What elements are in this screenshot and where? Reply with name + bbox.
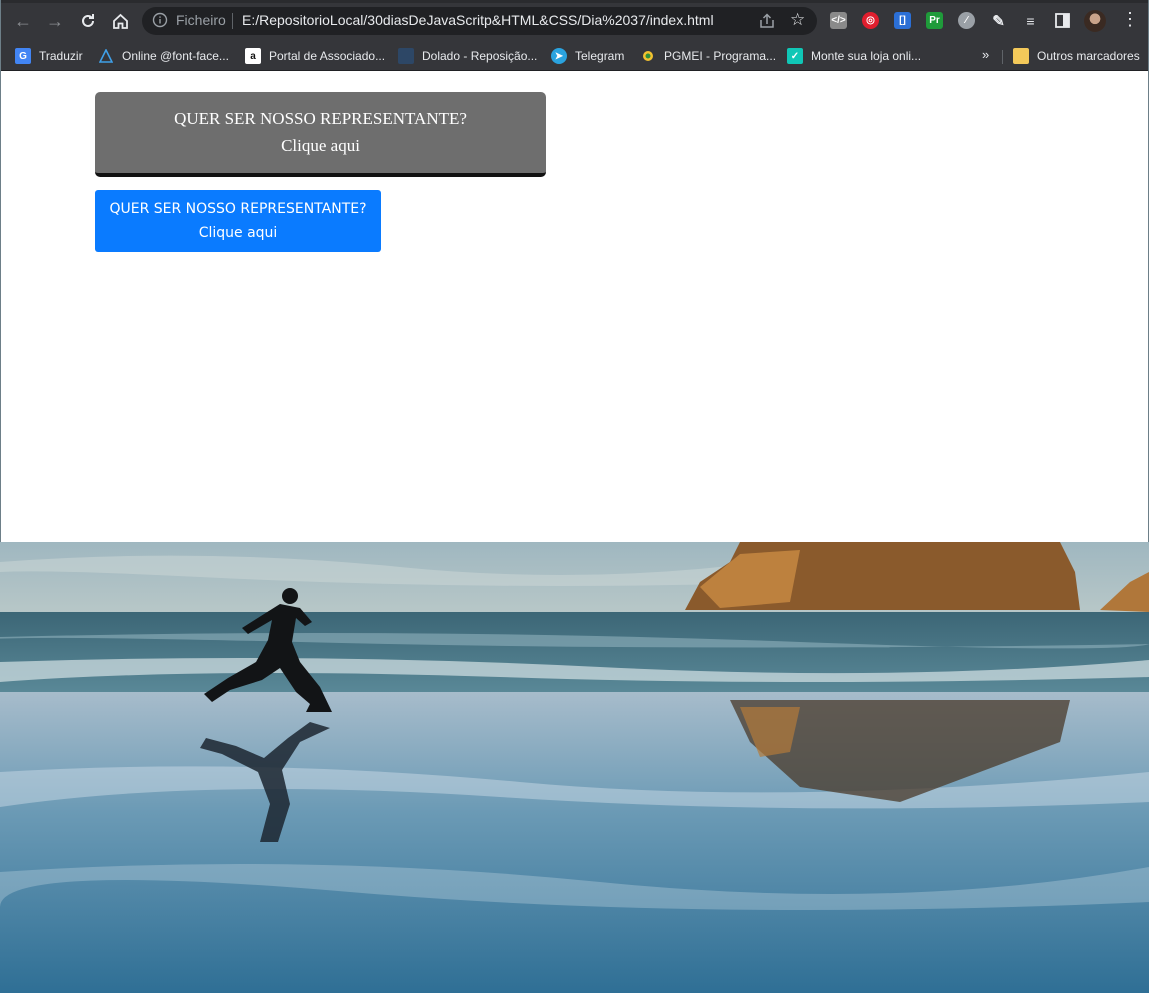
home-icon[interactable] bbox=[109, 10, 131, 32]
bookmark-label: Online @font-face... bbox=[122, 49, 229, 63]
desktop-wallpaper bbox=[0, 542, 1149, 993]
bookmark-label: Monte sua loja onli... bbox=[811, 49, 922, 63]
bookmark-pgmei[interactable]: PGMEI - Programa... bbox=[640, 46, 776, 66]
bookmark-label: PGMEI - Programa... bbox=[664, 49, 777, 63]
kebab-menu-icon[interactable]: ⋮ bbox=[1121, 9, 1139, 30]
side-panel-icon[interactable] bbox=[1054, 12, 1071, 29]
reload-icon[interactable] bbox=[77, 10, 99, 32]
address-bar[interactable]: Ficheiro E:/RepositorioLocal/30diasDeJav… bbox=[142, 7, 817, 35]
media-queue-icon[interactable]: ≡ bbox=[1022, 12, 1039, 29]
telegram-icon: ➤ bbox=[551, 48, 567, 64]
pr-extension-icon[interactable]: Pr bbox=[926, 12, 943, 29]
folder-icon bbox=[1013, 48, 1029, 64]
bookmark-label: Portal de Associado... bbox=[269, 49, 386, 63]
bookmark-label: Telegram bbox=[575, 49, 625, 63]
share-icon[interactable] bbox=[758, 12, 776, 30]
check-icon: ✓ bbox=[787, 48, 803, 64]
google-translate-icon: G bbox=[15, 48, 31, 64]
bookmark-star-icon[interactable]: ☆ bbox=[790, 10, 805, 30]
tab-strip-edge bbox=[1, 0, 1148, 3]
bookmarks-divider bbox=[1002, 50, 1003, 64]
bookmark-label: Outros marcadores bbox=[1037, 49, 1140, 63]
font-triangle-icon bbox=[98, 48, 114, 64]
bookmark-traduzir[interactable]: G Traduzir bbox=[15, 46, 83, 66]
amazon-icon: a bbox=[245, 48, 261, 64]
bookmark-other-folder[interactable]: Outros marcadores bbox=[1013, 46, 1140, 66]
pgmei-icon bbox=[640, 48, 656, 64]
representative-button-gray[interactable]: QUER SER NOSSO REPRESENTANTE? Clique aqu… bbox=[95, 92, 546, 177]
dolado-icon bbox=[398, 48, 414, 64]
button-line-1: QUER SER NOSSO REPRESENTANTE? bbox=[174, 109, 467, 128]
bookmark-monte-loja[interactable]: ✓ Monte sua loja onli... bbox=[787, 46, 921, 66]
back-icon[interactable]: ← bbox=[12, 10, 34, 32]
button-line-1: QUER SER NOSSO REPRESENTANTE? bbox=[109, 201, 367, 217]
target-extension-icon[interactable]: ◎ bbox=[862, 12, 879, 29]
browser-toolbar: ← → Ficheiro E:/RepositorioLocal/30diasD… bbox=[1, 0, 1148, 42]
code-extension-icon[interactable]: </> bbox=[830, 12, 847, 29]
address-divider bbox=[232, 13, 233, 29]
bookmark-font-face[interactable]: Online @font-face... bbox=[98, 46, 229, 66]
dev-extension-icon[interactable]: ∕ bbox=[958, 12, 975, 29]
bookmark-label: Dolado - Reposição... bbox=[422, 49, 538, 63]
button-line-2: Clique aqui bbox=[198, 225, 278, 241]
button-line-2: Clique aqui bbox=[281, 136, 360, 155]
bookmarks-bar: G Traduzir Online @font-face... a Portal… bbox=[1, 42, 1148, 71]
address-scheme: Ficheiro bbox=[176, 12, 226, 28]
browser-window: ← → Ficheiro E:/RepositorioLocal/30diasD… bbox=[0, 0, 1149, 542]
puzzle-icon[interactable]: ✎ bbox=[990, 12, 1007, 30]
bookmark-portal-associado[interactable]: a Portal de Associado... bbox=[245, 46, 385, 66]
bookmark-dolado[interactable]: Dolado - Reposição... bbox=[398, 46, 537, 66]
address-url[interactable]: E:/RepositorioLocal/30diasDeJavaScritp&H… bbox=[242, 12, 714, 28]
page-viewport: QUER SER NOSSO REPRESENTANTE? Clique aqu… bbox=[1, 71, 1148, 542]
representative-button-blue[interactable]: QUER SER NOSSO REPRESENTANTE? Clique aqu… bbox=[95, 190, 381, 252]
bookmarks-overflow-icon[interactable]: » bbox=[982, 47, 989, 62]
bookmark-telegram[interactable]: ➤ Telegram bbox=[551, 46, 624, 66]
bookmark-label: Traduzir bbox=[39, 49, 83, 63]
info-icon[interactable] bbox=[152, 12, 168, 28]
profile-avatar[interactable] bbox=[1084, 10, 1106, 32]
forward-icon[interactable]: → bbox=[44, 10, 66, 32]
bracket-extension-icon[interactable]: [] bbox=[894, 12, 911, 29]
